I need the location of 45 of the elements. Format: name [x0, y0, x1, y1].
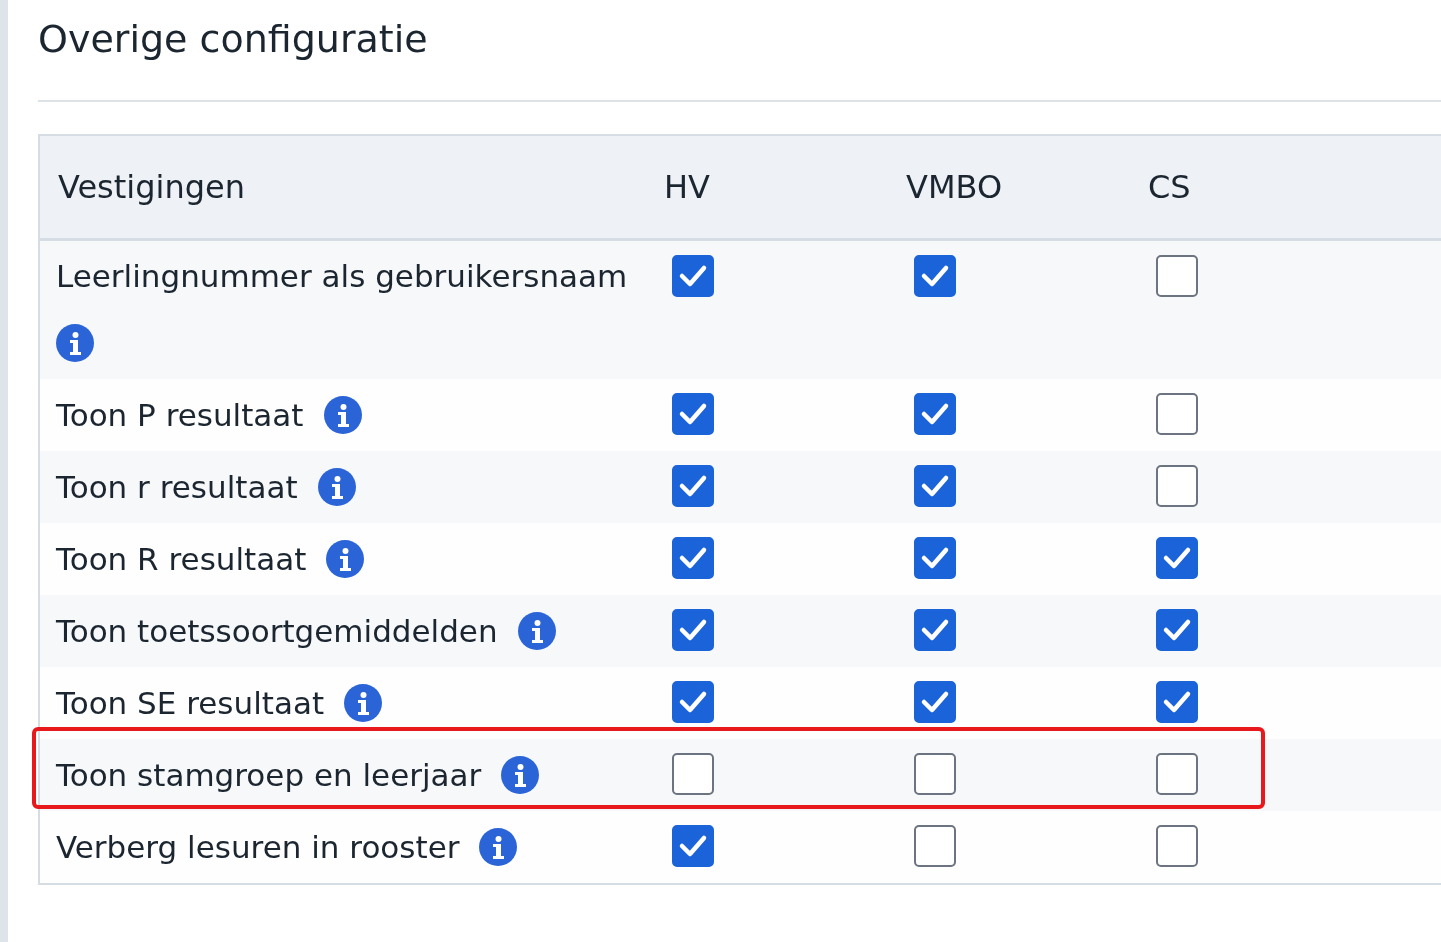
- info-icon[interactable]: [501, 756, 540, 794]
- checkbox[interactable]: [914, 681, 956, 723]
- checkbox[interactable]: [672, 393, 714, 435]
- info-icon[interactable]: [323, 396, 362, 434]
- checkbox[interactable]: [1156, 753, 1198, 795]
- setting-label: Toon P resultaat: [56, 397, 304, 433]
- info-icon[interactable]: [479, 828, 518, 866]
- info-icon[interactable]: [344, 684, 383, 722]
- setting-label: Toon toetssoortgemiddelden: [56, 613, 498, 649]
- column-header: Vestigingen: [58, 168, 245, 206]
- checkbox[interactable]: [672, 825, 714, 867]
- info-icon[interactable]: [326, 540, 365, 578]
- checkbox[interactable]: [1156, 393, 1198, 435]
- checkbox[interactable]: [914, 537, 956, 579]
- column-header: VMBO: [906, 168, 1003, 206]
- checkbox[interactable]: [672, 537, 714, 579]
- info-icon[interactable]: [56, 324, 94, 362]
- checkbox[interactable]: [914, 255, 956, 297]
- setting-label: Verberg lesuren in rooster: [56, 829, 460, 865]
- checkbox[interactable]: [1156, 537, 1198, 579]
- checkbox[interactable]: [914, 609, 956, 651]
- checkbox[interactable]: [914, 465, 956, 507]
- column-header: CS: [1148, 168, 1191, 206]
- setting-label: Toon r resultaat: [56, 469, 298, 505]
- setting-label: Toon stamgroep en leerjaar: [56, 757, 482, 793]
- checkbox[interactable]: [672, 255, 714, 297]
- checkbox[interactable]: [672, 609, 714, 651]
- checkbox[interactable]: [1156, 681, 1198, 723]
- checkbox[interactable]: [1156, 825, 1198, 867]
- checkbox[interactable]: [914, 393, 956, 435]
- column-header: HV: [664, 168, 710, 206]
- checkbox[interactable]: [1156, 255, 1198, 297]
- info-icon[interactable]: [317, 468, 356, 506]
- checkbox[interactable]: [1156, 465, 1198, 507]
- setting-label: Toon SE resultaat: [56, 685, 325, 721]
- info-icon[interactable]: [517, 612, 556, 650]
- checkbox[interactable]: [672, 681, 714, 723]
- setting-label: Leerlingnummer als gebruikersnaam: [56, 258, 628, 294]
- section-title: Overige configuratie: [38, 16, 429, 63]
- checkbox[interactable]: [1156, 609, 1198, 651]
- checkbox[interactable]: [672, 753, 714, 795]
- checkbox[interactable]: [914, 753, 956, 795]
- checkbox[interactable]: [914, 825, 956, 867]
- setting-label: Toon R resultaat: [56, 541, 307, 577]
- checkbox[interactable]: [672, 465, 714, 507]
